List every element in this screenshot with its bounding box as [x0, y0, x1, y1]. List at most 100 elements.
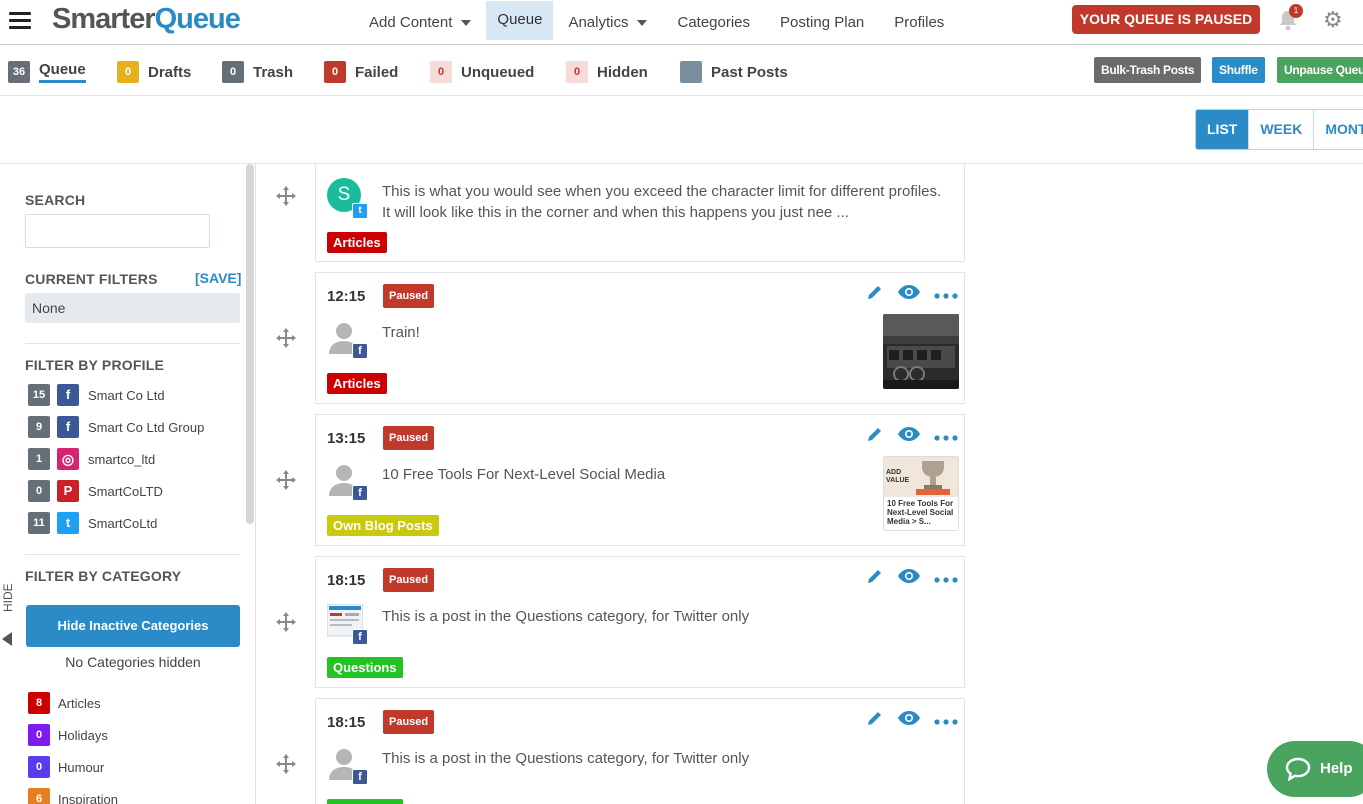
category-filter-inspiration[interactable]: 6 Inspiration	[28, 788, 118, 804]
more-options-icon[interactable]	[934, 712, 958, 730]
gear-icon[interactable]: ⚙	[1323, 7, 1343, 33]
edit-pencil-icon[interactable]	[866, 283, 884, 306]
hide-inactive-categories-button[interactable]: Hide Inactive Categories	[26, 605, 240, 647]
post-actions	[866, 567, 958, 590]
tab-count	[680, 61, 702, 83]
facebook-icon: f	[57, 384, 79, 406]
thumbnail-headline: ADD VALUE	[886, 469, 910, 484]
tab-past-posts[interactable]: Past Posts	[680, 60, 788, 84]
profile-name: Smart Co Ltd Group	[88, 419, 205, 435]
notifications-bell-icon[interactable]: 1	[1278, 4, 1303, 31]
profile-filter-smartco-ltd[interactable]: 1 ◎ smartco_ltd	[28, 448, 155, 470]
edit-pencil-icon[interactable]	[866, 425, 884, 448]
save-filters-link[interactable]: [SAVE]	[195, 270, 241, 286]
drag-handle-icon[interactable]	[275, 185, 297, 207]
more-options-icon[interactable]	[934, 570, 958, 588]
queue-list: S t This is what you would see when you …	[257, 164, 1363, 804]
nav-add-content[interactable]: Add Content	[354, 0, 486, 45]
tab-failed[interactable]: 0 Failed	[324, 60, 398, 84]
view-bar: LIST WEEK MONTH	[0, 96, 1363, 164]
category-label: Articles	[327, 373, 387, 394]
category-filter-holidays[interactable]: 0 Holidays	[28, 724, 108, 746]
view-toggle: LIST WEEK MONTH	[1195, 109, 1363, 150]
drag-handle-icon[interactable]	[275, 753, 297, 775]
profile-avatar: f	[327, 746, 368, 786]
profile-name: SmartCoLtd	[88, 515, 158, 531]
view-list-button[interactable]: LIST	[1196, 110, 1249, 149]
drag-handle-icon[interactable]	[275, 611, 297, 633]
post-card[interactable]: 18:15 Paused f This is a post in the Que…	[315, 698, 965, 804]
edit-pencil-icon[interactable]	[866, 709, 884, 732]
post-card[interactable]: 13:15 Paused f 10 Free Tools For Next-Le…	[315, 414, 965, 546]
nav-profiles[interactable]: Profiles	[879, 0, 959, 45]
no-categories-hidden-text: No Categories hidden	[65, 654, 201, 670]
tab-trash[interactable]: 0 Trash	[222, 60, 293, 84]
tab-hidden[interactable]: 0 Hidden	[566, 60, 648, 84]
sidebar-scrollbar[interactable]	[246, 164, 254, 524]
preview-eye-icon[interactable]	[897, 426, 921, 447]
nav-posting-plan[interactable]: Posting Plan	[765, 0, 879, 45]
post-card[interactable]: S t This is what you would see when you …	[315, 164, 965, 262]
tab-queue[interactable]: 36 Queue	[8, 60, 86, 84]
thumbnail-photo: ADD VALUE	[884, 457, 958, 497]
preview-eye-icon[interactable]	[897, 568, 921, 589]
tab-unqueued[interactable]: 0 Unqueued	[430, 60, 534, 84]
queue-paused-button[interactable]: YOUR QUEUE IS PAUSED	[1072, 5, 1260, 34]
post-text: 10 Free Tools For Next-Level Social Medi…	[382, 466, 666, 483]
nav-label: Analytics	[568, 13, 629, 31]
current-filters-value: None	[25, 293, 240, 323]
post-card[interactable]: 12:15 Paused f Train! Articles	[315, 272, 965, 404]
profile-name: smartco_ltd	[88, 451, 156, 467]
post-thumbnail-image[interactable]	[883, 314, 959, 389]
preview-eye-icon[interactable]	[897, 284, 921, 305]
hamburger-menu-icon[interactable]	[9, 9, 31, 31]
edit-pencil-icon[interactable]	[866, 567, 884, 590]
help-button[interactable]: Help	[1267, 741, 1363, 797]
nav-label: Categories	[677, 13, 751, 31]
profile-filter-smartcoltd-twitter[interactable]: 11 t SmartCoLtd	[28, 512, 157, 534]
profile-filter-smart-co-ltd-group[interactable]: 9 f Smart Co Ltd Group	[28, 416, 204, 438]
profile-avatar: f	[327, 462, 368, 502]
status-badge: Paused	[383, 710, 435, 734]
search-heading: SEARCH	[25, 192, 86, 208]
post-actions	[866, 709, 958, 732]
category-name: Inspiration	[58, 791, 118, 804]
post-actions	[866, 425, 958, 448]
category-count: 0	[28, 756, 50, 778]
category-count: 6	[28, 788, 50, 804]
category-filter-articles[interactable]: 8 Articles	[28, 692, 101, 714]
nav-queue[interactable]: Queue	[486, 0, 554, 40]
profile-filter-smart-co-ltd[interactable]: 15 f Smart Co Ltd	[28, 384, 165, 406]
main-nav: Add Content Queue Analytics Categories P…	[354, 0, 959, 45]
more-options-icon[interactable]	[934, 286, 958, 304]
view-month-button[interactable]: MONTH	[1313, 110, 1363, 149]
bulk-trash-button[interactable]: Bulk-Trash Posts	[1094, 57, 1202, 83]
tab-count: 0	[222, 61, 244, 83]
drag-handle-icon[interactable]	[275, 469, 297, 491]
triangle-left-icon	[2, 632, 12, 646]
facebook-icon: f	[352, 343, 368, 359]
post-card[interactable]: 18:15 Paused f This is a post in the Que…	[315, 556, 965, 688]
more-options-icon[interactable]	[934, 428, 958, 446]
search-input[interactable]	[25, 214, 210, 248]
unpause-queue-button[interactable]: Unpause Queu	[1277, 57, 1363, 83]
notification-count-badge: 1	[1289, 4, 1303, 18]
nav-analytics[interactable]: Analytics	[553, 0, 662, 45]
current-filters-heading: CURRENT FILTERS	[25, 271, 158, 287]
nav-categories[interactable]: Categories	[662, 0, 765, 45]
drag-handle-icon[interactable]	[275, 327, 297, 349]
logo[interactable]: SmarterQueue	[52, 3, 241, 36]
profile-name: SmartCoLTD	[88, 483, 163, 499]
shuffle-button[interactable]: Shuffle	[1212, 57, 1265, 83]
profile-count: 15	[28, 384, 50, 406]
preview-eye-icon[interactable]	[897, 710, 921, 731]
post-thumbnail-image[interactable]: ADD VALUE 10 Free Tools For Next-Level S…	[883, 456, 959, 531]
category-filter-humour[interactable]: 0 Humour	[28, 756, 104, 778]
post-text: Train!	[382, 324, 420, 341]
profile-filter-smartcoltd-pinterest[interactable]: 0 P SmartCoLTD	[28, 480, 163, 502]
view-week-button[interactable]: WEEK	[1248, 110, 1314, 149]
tab-drafts[interactable]: 0 Drafts	[117, 60, 191, 84]
divider	[25, 343, 240, 344]
category-label: Own Blog Posts	[327, 515, 439, 536]
tab-label: Queue	[39, 61, 86, 83]
